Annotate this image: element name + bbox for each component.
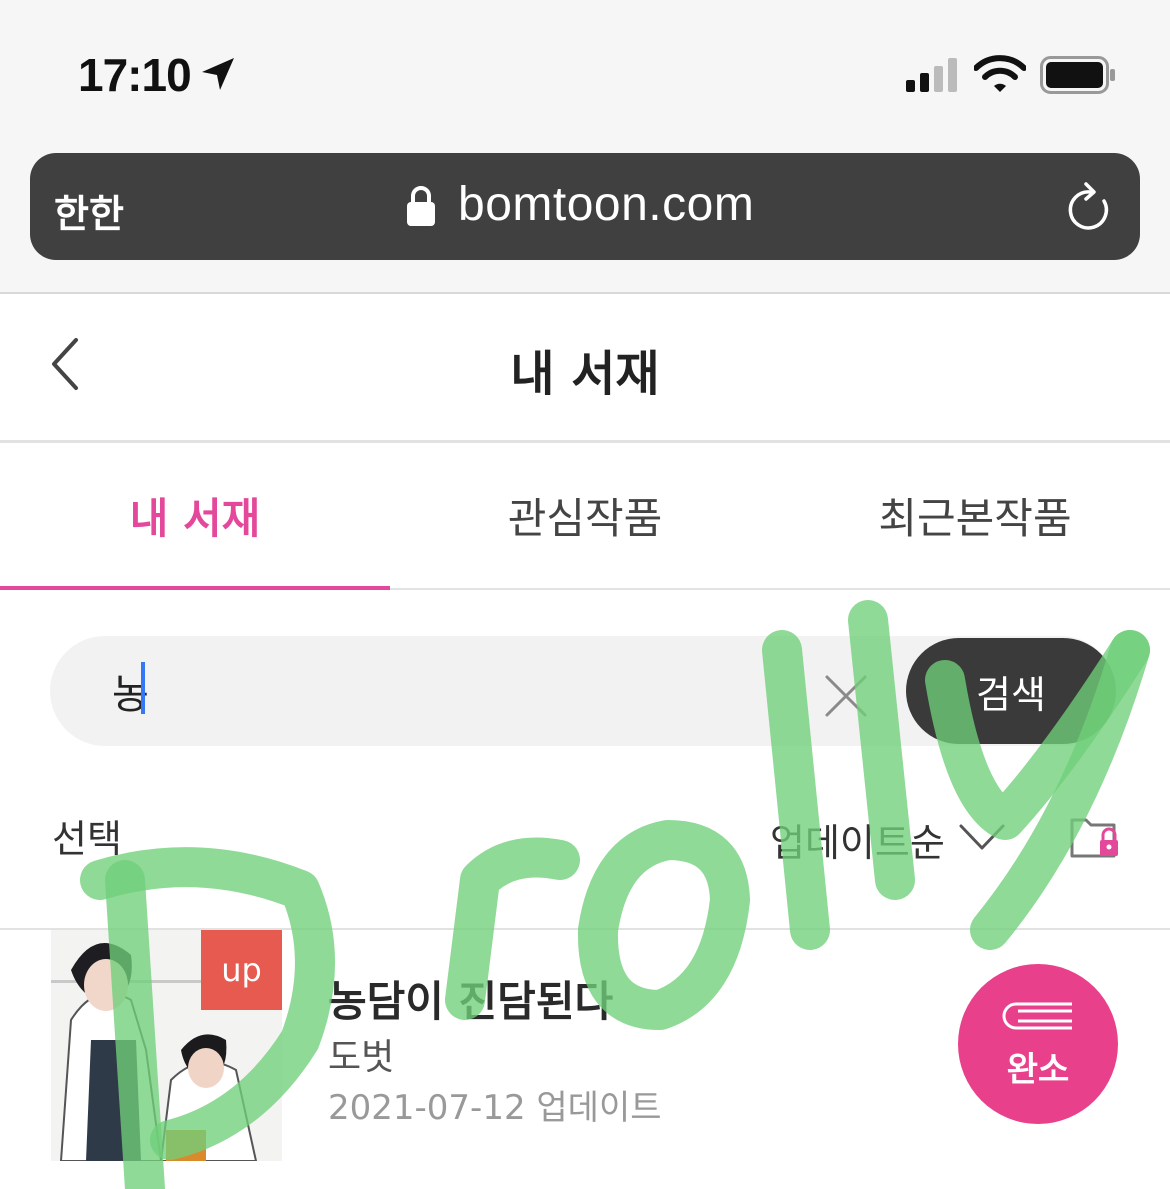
- address-bar[interactable]: 한한 bomtoon.com: [30, 153, 1140, 260]
- chevron-down-icon[interactable]: [958, 822, 1006, 852]
- sort-dropdown[interactable]: 업데이트순: [770, 812, 945, 867]
- book-title[interactable]: 농담이 진담된다: [328, 968, 613, 1029]
- reader-options-button[interactable]: 한한: [54, 183, 124, 238]
- completed-badge[interactable]: 완소: [958, 964, 1118, 1124]
- library-tabs: 내 서재 관심작품 최근본작품: [0, 443, 1170, 590]
- cellular-signal-icon: [906, 58, 957, 92]
- location-arrow-icon: [202, 58, 234, 90]
- book-update-date: 2021-07-12 업데이트: [328, 1088, 662, 1128]
- text-cursor: [141, 662, 145, 714]
- update-badge: up: [201, 930, 282, 1010]
- search-button[interactable]: 검색: [906, 638, 1116, 744]
- tab-my-library[interactable]: 내 서재: [0, 443, 390, 590]
- browser-chrome: 17:10 한한 bomtoon.com: [0, 0, 1170, 294]
- book-cover-thumbnail[interactable]: up: [51, 930, 282, 1161]
- wifi-icon: [974, 55, 1026, 92]
- url-text[interactable]: bomtoon.com: [458, 177, 754, 232]
- page-header: 내 서재: [0, 294, 1170, 443]
- tab-recently-viewed[interactable]: 최근본작품: [780, 443, 1170, 588]
- locked-folder-icon[interactable]: [1070, 814, 1120, 860]
- battery-icon: [1040, 56, 1115, 94]
- select-button[interactable]: 선택: [52, 808, 122, 863]
- book-icon: [1002, 1002, 1072, 1030]
- lock-icon: [407, 186, 435, 226]
- page-title: 내 서재: [510, 346, 660, 402]
- completed-badge-label: 완소: [1006, 1050, 1070, 1090]
- clear-search-icon[interactable]: [824, 674, 868, 718]
- book-list-item[interactable]: up 농담이 진담된다 도벗 2021-07-12 업데이트 완소: [0, 930, 1170, 1189]
- tab-favorites[interactable]: 관심작품: [390, 443, 780, 588]
- reload-icon[interactable]: [1064, 181, 1114, 235]
- status-time: 17:10: [78, 49, 192, 101]
- book-author: 도벗: [328, 1037, 395, 1078]
